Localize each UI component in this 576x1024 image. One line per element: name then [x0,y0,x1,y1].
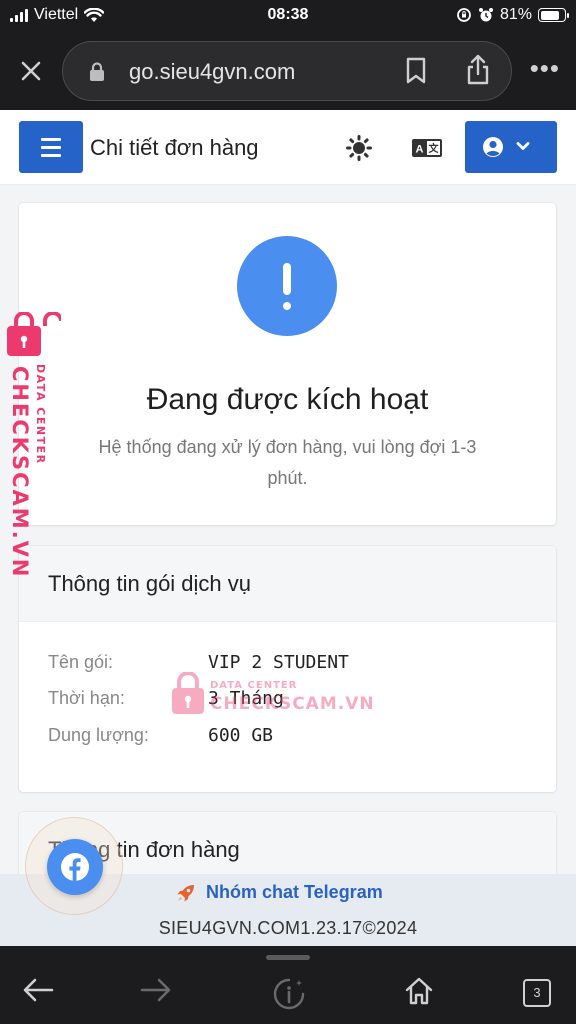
menu-button[interactable] [19,121,83,173]
more-icon[interactable]: ••• [530,55,560,81]
info-row-capacity: Dung lượng: 600 GB [48,725,528,751]
close-icon[interactable] [16,56,46,86]
watermark-lock-icon [172,672,204,714]
app-header: Chi tiết đơn hàng A 文 [0,110,576,184]
url-text: go.sieu4gvn.com [129,59,296,84]
browser-toolbar: 3 [0,946,576,1024]
watermark-brand: CHECKSCAM.VN [8,366,32,579]
alert-icon [237,236,337,336]
facebook-button[interactable] [47,839,103,895]
info-value: VIP 2 STUDENT [208,652,349,673]
watermark-sub: DATA CENTER [210,680,298,691]
info-label: Dung lượng: [48,725,149,745]
service-info-card: Thông tin gói dịch vụ Tên gói: VIP 2 STU… [19,546,556,792]
telegram-link[interactable]: Nhóm chat Telegram [176,882,383,903]
svg-text:A: A [416,144,424,156]
watermark-sub: DATA CENTER [34,364,47,465]
bookmark-icon[interactable] [405,57,427,85]
chevron-down-icon [516,142,530,150]
user-menu-button[interactable] [465,121,557,173]
activation-status-card: Đang được kích hoạt Hệ thống đang xử lý … [19,203,556,525]
watermark-brand: CHECKSCAM.VN [210,694,375,714]
facebook-icon [61,853,89,881]
info-value: 600 GB [208,725,274,746]
page-title: Chi tiết đơn hàng [90,135,259,160]
info-label: Tên gói: [48,652,114,672]
user-icon [483,137,503,157]
menu-icon [41,138,61,141]
battery-percent: 81% [499,6,532,23]
status-bar: Viettel 08:38 81% [0,0,576,32]
battery-icon [538,8,569,22]
service-card-header: Thông tin gói dịch vụ [19,546,556,622]
home-icon[interactable] [404,976,434,1006]
lock-icon [90,62,104,81]
browser-url-bar: go.sieu4gvn.com ••• [0,32,576,110]
telegram-link-label: Nhóm chat Telegram [206,882,383,902]
forward-icon[interactable] [140,976,172,1004]
back-icon[interactable] [22,976,54,1004]
rotation-lock-icon [457,8,471,22]
watermark-center: DATA CENTER CHECKSCAM.VN [170,672,374,718]
rocket-icon [177,884,194,901]
svg-text:文: 文 [429,142,440,155]
status-right: 81% [456,6,569,24]
watermark-lock-icon [7,312,61,356]
drag-handle[interactable] [266,955,310,960]
sun-icon[interactable] [346,135,372,161]
status-description: Hệ thống đang xử lý đơn hàng, vui lòng đ… [98,437,477,488]
address-field[interactable]: go.sieu4gvn.com [62,41,512,101]
tabs-icon[interactable]: 3 [523,979,551,1007]
translate-icon[interactable]: A 文 [412,139,442,157]
facebook-float-ring [25,817,123,915]
share-icon[interactable] [465,54,491,86]
service-card-title: Thông tin gói dịch vụ [48,571,252,596]
info-label: Thời hạn: [48,688,125,708]
info-icon[interactable] [272,977,306,1011]
status-title: Đang được kích hoạt [146,383,429,416]
alarm-icon [478,8,493,22]
copyright-text: SIEU4GVN.COM1.23.17©2024 [158,918,418,938]
